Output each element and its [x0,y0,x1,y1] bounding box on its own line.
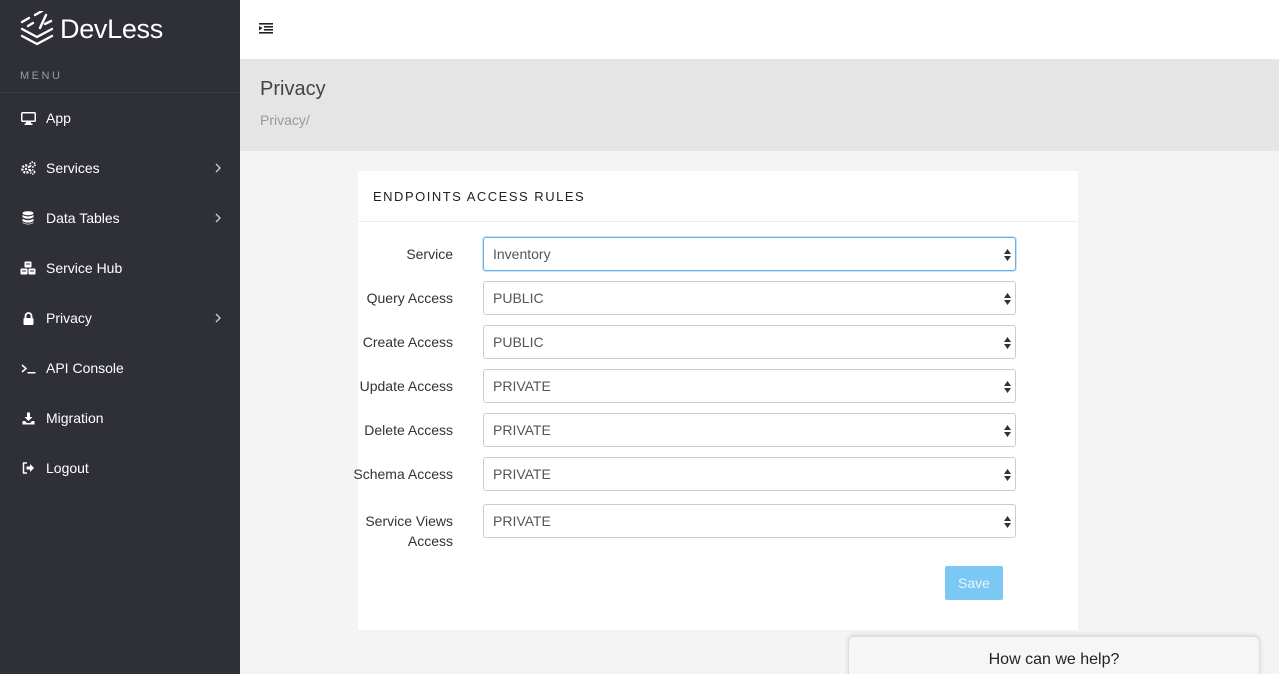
schema-access-label: Schema Access [353,466,453,482]
update-access-label: Update Access [359,378,453,394]
query-access-label: Query Access [366,290,453,306]
sidebar-item-label: API Console [46,360,124,376]
delete-access-label: Delete Access [364,422,453,438]
brand-name: DevLess [60,13,163,44]
cubes-icon [20,260,36,276]
gears-icon [20,160,36,176]
sidebar-item-migration[interactable]: Migration [0,393,240,443]
menu-title: MENU [0,58,240,93]
sidebar-toggle-icon[interactable] [259,21,275,35]
sidebar-item-data-tables[interactable]: Data Tables [0,193,240,243]
sidebar-item-label: Migration [46,410,104,426]
panel-heading: ENDPOINTS ACCESS RULES [358,171,1078,222]
save-button[interactable]: Save [945,566,1003,600]
help-widget-label: How can we help? [988,651,1120,668]
chevron-right-icon [215,163,221,173]
page-header: Privacy Privacy/ [240,59,1279,151]
select-value: PRIVATE [493,466,551,482]
sidebar-item-app[interactable]: App [0,93,240,143]
select-value: PRIVATE [493,422,551,438]
lock-icon [20,310,36,326]
service-views-access-label: Service Views Access [365,513,453,549]
devless-logo-icon [20,11,54,46]
select-value: PRIVATE [493,378,551,394]
select-arrows-icon [1004,249,1011,261]
service-label: Service [406,246,453,262]
page-title: Privacy [260,78,326,100]
select-arrows-icon [1004,293,1011,305]
service-views-access-select[interactable]: PRIVATE [483,504,1016,538]
schema-access-select[interactable]: PRIVATE [483,457,1016,491]
service-select[interactable]: Inventory [483,237,1016,271]
brand-logo[interactable]: DevLess [0,0,240,58]
create-access-label: Create Access [362,334,453,350]
terminal-icon [20,360,36,376]
sidebar-item-logout[interactable]: Logout [0,443,240,493]
select-arrows-icon [1004,381,1011,393]
endpoints-access-panel: ENDPOINTS ACCESS RULES Service Inventory… [353,171,1078,630]
sidebar-item-label: Service Hub [46,260,123,276]
chevron-right-icon [215,213,221,223]
sidebar-item-privacy[interactable]: Privacy [0,293,240,343]
chevron-right-icon [215,313,221,323]
top-bar [240,0,1279,59]
select-arrows-icon [1004,516,1011,528]
sign-out-icon [20,460,36,476]
breadcrumb[interactable]: Privacy/ [260,112,1279,128]
sidebar-item-service-hub[interactable]: Service Hub [0,243,240,293]
database-icon [20,210,36,226]
select-value: Inventory [493,246,551,262]
select-value: PUBLIC [493,334,544,350]
select-value: PUBLIC [493,290,544,306]
select-arrows-icon [1004,469,1011,481]
sidebar: DevLess MENU App Services Data Tables Se… [0,0,240,674]
sidebar-item-label: Services [46,160,100,176]
sidebar-item-services[interactable]: Services [0,143,240,193]
sidebar-item-label: Privacy [46,310,92,326]
sidebar-item-label: Logout [46,460,89,476]
select-value: PRIVATE [493,513,551,529]
help-widget[interactable]: How can we help? [848,636,1260,674]
monitor-icon [20,110,36,126]
sidebar-item-label: App [46,110,71,126]
sidebar-item-api-console[interactable]: API Console [0,343,240,393]
download-icon [20,410,36,426]
update-access-select[interactable]: PRIVATE [483,369,1016,403]
select-arrows-icon [1004,337,1011,349]
delete-access-select[interactable]: PRIVATE [483,413,1016,447]
select-arrows-icon [1004,425,1011,437]
create-access-select[interactable]: PUBLIC [483,325,1016,359]
query-access-select[interactable]: PUBLIC [483,281,1016,315]
sidebar-item-label: Data Tables [46,210,120,226]
